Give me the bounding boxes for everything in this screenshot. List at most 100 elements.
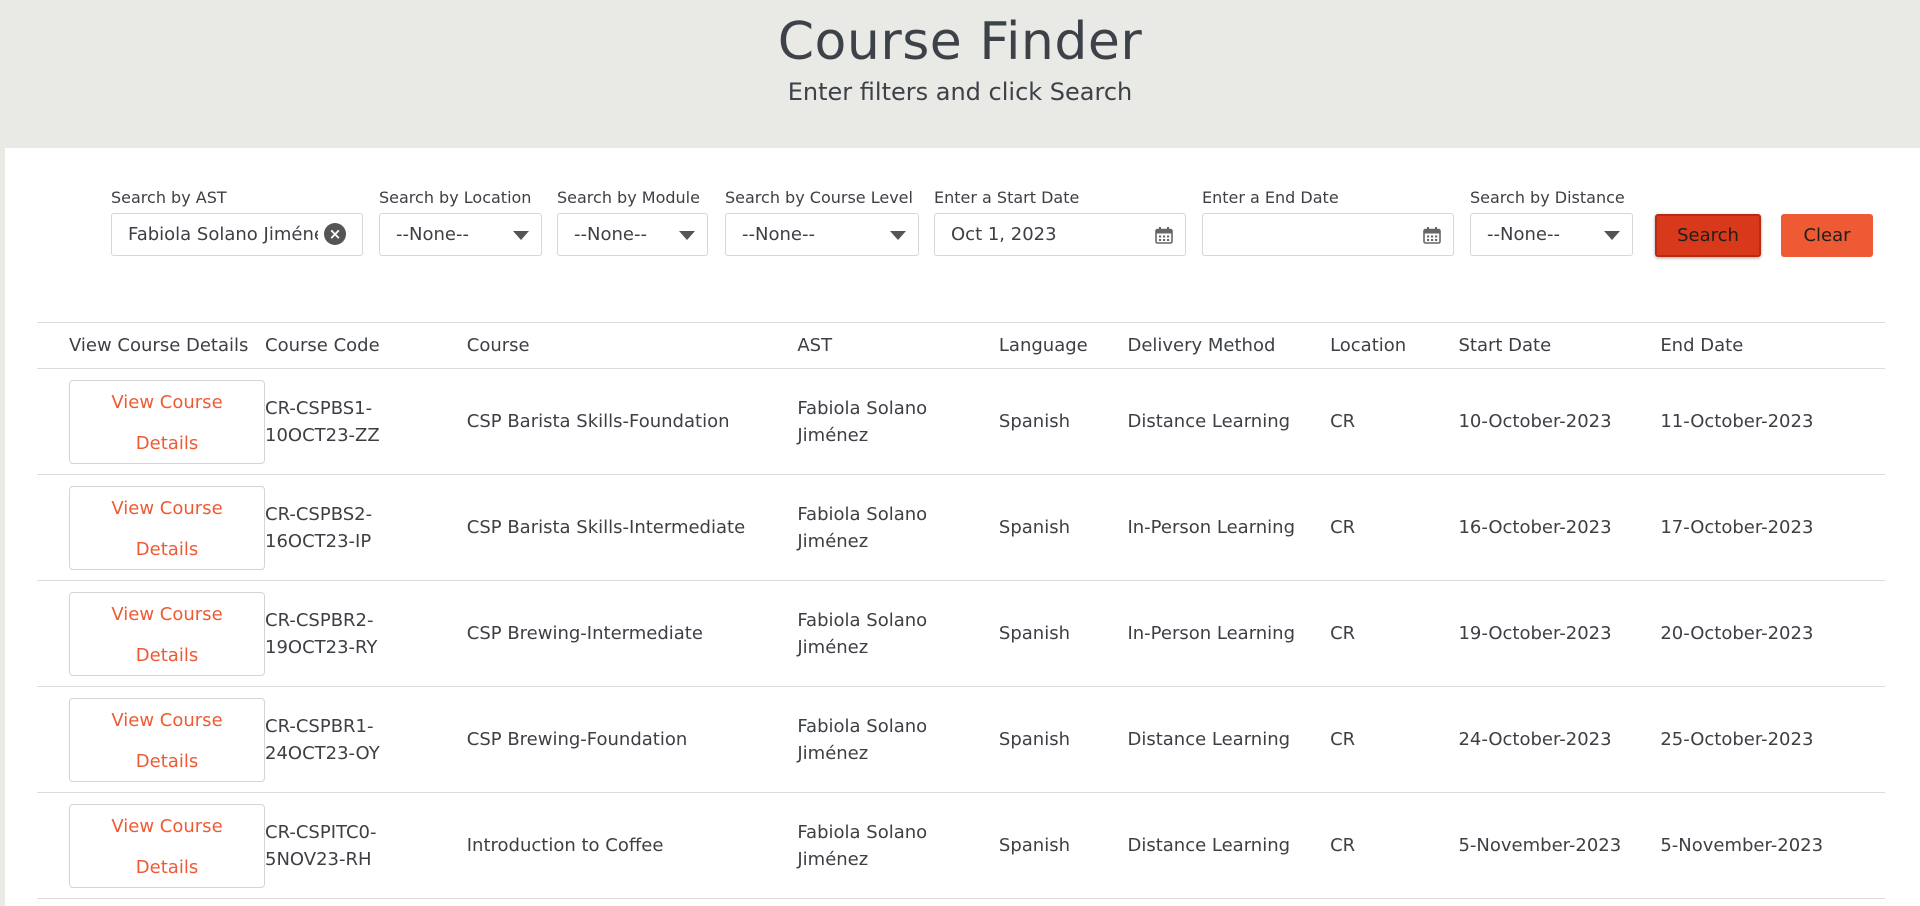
- delivery-method-cell: Distance Learning: [1127, 368, 1331, 475]
- start-date-cell: 5-November-2023: [1458, 792, 1661, 899]
- module-filter: Search by Module --None--: [557, 188, 708, 256]
- filter-bar: Search by AST Fabiola Solano Jiménez × S…: [5, 148, 1920, 308]
- search-button[interactable]: Search: [1655, 214, 1761, 257]
- table-row: View Course Details CR-CSPBS2- 16OCT23-IP …: [37, 474, 1885, 581]
- view-details-label: View Course: [111, 815, 223, 837]
- end-date-cell: 25-October-2023: [1660, 686, 1885, 793]
- column-header-location: Location: [1330, 322, 1459, 369]
- clear-button[interactable]: Clear: [1781, 214, 1873, 257]
- ast-cell: Fabiola Solano Jiménez: [797, 368, 999, 475]
- course-cell: CSP Barista Skills-Intermediate: [466, 474, 798, 581]
- clear-input-icon[interactable]: ×: [324, 223, 346, 245]
- start-date-value: Oct 1, 2023: [951, 224, 1057, 245]
- location-cell: CR: [1330, 580, 1459, 687]
- module-select-value: --None--: [574, 224, 647, 245]
- course-cell: CSP Brewing-Foundation: [466, 686, 798, 793]
- language-cell: Spanish: [998, 792, 1128, 899]
- view-details-label: View Course: [111, 603, 223, 625]
- end-date-input[interactable]: [1202, 213, 1454, 256]
- location-filter: Search by Location --None--: [379, 188, 542, 256]
- column-header-course-code: Course Code: [265, 322, 467, 369]
- view-details-label: Details: [135, 856, 199, 878]
- ast-filter: Search by AST Fabiola Solano Jiménez ×: [111, 188, 363, 256]
- end-date-cell: 11-October-2023: [1660, 368, 1885, 475]
- end-date-filter: Enter a End Date: [1202, 188, 1454, 256]
- course-level-filter-label: Search by Course Level: [725, 188, 913, 207]
- ast-search-input[interactable]: Fabiola Solano Jiménez ×: [111, 213, 363, 256]
- chevron-down-icon: [513, 231, 529, 240]
- course-cell: CSP Brewing-Intermediate: [466, 580, 798, 687]
- location-cell: CR: [1330, 368, 1459, 475]
- view-course-details-button[interactable]: View Course Details: [69, 485, 265, 570]
- ast-cell: Fabiola Solano Jiménez: [797, 580, 999, 687]
- start-date-cell: 24-October-2023: [1458, 686, 1661, 793]
- start-date-filter: Enter a Start Date Oct 1, 2023: [934, 188, 1186, 256]
- column-header-end-date: End Date: [1660, 322, 1885, 369]
- calendar-icon[interactable]: [1155, 227, 1173, 244]
- course-results-table: View Course Details Course Code Course A…: [37, 322, 1885, 899]
- course-code-cell: CR-CSPBR1- 24OCT23-OY: [265, 686, 467, 793]
- distance-select-value: --None--: [1487, 224, 1560, 245]
- column-header-course: Course: [466, 322, 798, 369]
- location-filter-label: Search by Location: [379, 188, 532, 207]
- ast-cell: Fabiola Solano Jiménez: [797, 474, 999, 581]
- location-select[interactable]: --None--: [379, 213, 542, 256]
- view-details-label: Details: [135, 644, 199, 666]
- end-date-cell: 17-October-2023: [1660, 474, 1885, 581]
- view-details-label: View Course: [111, 709, 223, 731]
- calendar-icon[interactable]: [1423, 227, 1441, 244]
- language-cell: Spanish: [998, 368, 1128, 475]
- delivery-method-cell: Distance Learning: [1127, 792, 1331, 899]
- location-cell: CR: [1330, 474, 1459, 581]
- ast-filter-label: Search by AST: [111, 188, 227, 207]
- language-cell: Spanish: [998, 580, 1128, 687]
- course-cell: Introduction to Coffee: [466, 792, 798, 899]
- end-date-cell: 20-October-2023: [1660, 580, 1885, 687]
- location-cell: CR: [1330, 792, 1459, 899]
- module-select[interactable]: --None--: [557, 213, 708, 256]
- end-date-cell: 5-November-2023: [1660, 792, 1885, 899]
- start-date-filter-label: Enter a Start Date: [934, 188, 1080, 207]
- page-header: Course Finder Enter filters and click Se…: [0, 0, 1920, 148]
- delivery-method-cell: In-Person Learning: [1127, 474, 1331, 581]
- table-header-row: View Course Details Course Code Course A…: [37, 322, 1885, 369]
- course-code-cell: CR-CSPBS2- 16OCT23-IP: [265, 474, 467, 581]
- distance-filter: Search by Distance --None--: [1470, 188, 1633, 256]
- course-cell: CSP Barista Skills-Foundation: [466, 368, 798, 475]
- view-course-details-button[interactable]: View Course Details: [69, 803, 265, 888]
- table-row: View Course Details CR-CSPBR2- 19OCT23-RY …: [37, 580, 1885, 687]
- chevron-down-icon: [679, 231, 695, 240]
- course-level-select[interactable]: --None--: [725, 213, 919, 256]
- table-row: View Course Details CR-CSPITC0- 5NOV23-RH …: [37, 792, 1885, 899]
- delivery-method-cell: In-Person Learning: [1127, 580, 1331, 687]
- language-cell: Spanish: [998, 686, 1128, 793]
- view-course-details-button[interactable]: View Course Details: [69, 591, 265, 676]
- start-date-cell: 16-October-2023: [1458, 474, 1661, 581]
- column-header-language: Language: [998, 322, 1128, 369]
- view-details-label: View Course: [111, 497, 223, 519]
- ast-cell: Fabiola Solano Jiménez: [797, 686, 999, 793]
- column-header-delivery-method: Delivery Method: [1127, 322, 1331, 369]
- ast-cell: Fabiola Solano Jiménez: [797, 792, 999, 899]
- distance-filter-label: Search by Distance: [1470, 188, 1625, 207]
- chevron-down-icon: [890, 231, 906, 240]
- module-filter-label: Search by Module: [557, 188, 700, 207]
- language-cell: Spanish: [998, 474, 1128, 581]
- column-header-view-details: View Course Details: [37, 322, 265, 369]
- view-details-label: Details: [135, 432, 199, 454]
- course-level-filter: Search by Course Level --None--: [725, 188, 919, 256]
- page-subtitle: Enter filters and click Search: [787, 78, 1133, 106]
- view-course-details-button[interactable]: View Course Details: [69, 697, 265, 782]
- view-details-label: View Course: [111, 391, 223, 413]
- page-title: Course Finder: [777, 12, 1143, 72]
- column-header-start-date: Start Date: [1458, 322, 1661, 369]
- view-details-label: Details: [135, 538, 199, 560]
- view-course-details-button[interactable]: View Course Details: [69, 379, 265, 464]
- start-date-input[interactable]: Oct 1, 2023: [934, 213, 1186, 256]
- results-panel: Search by AST Fabiola Solano Jiménez × S…: [5, 148, 1920, 906]
- start-date-cell: 19-October-2023: [1458, 580, 1661, 687]
- column-header-ast: AST: [797, 322, 999, 369]
- table-row: View Course Details CR-CSPBS1- 10OCT23-ZZ …: [37, 368, 1885, 475]
- distance-select[interactable]: --None--: [1470, 213, 1633, 256]
- location-select-value: --None--: [396, 224, 469, 245]
